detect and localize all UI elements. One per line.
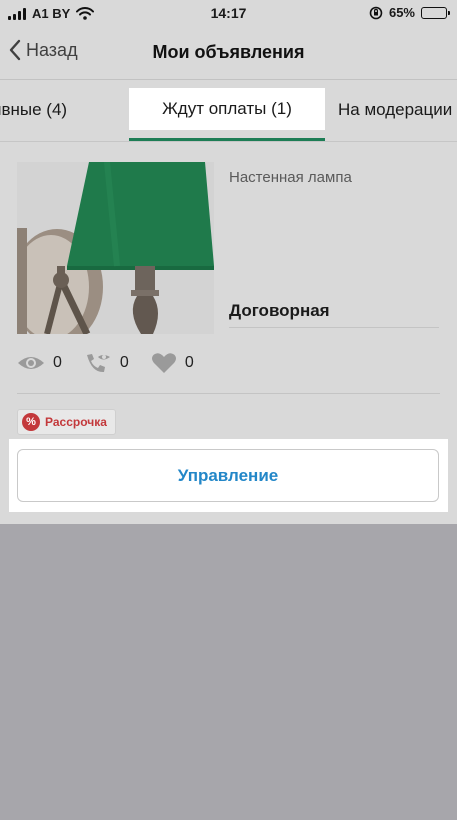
eye-icon xyxy=(18,357,44,369)
status-bar: A1 BY 14:17 65% xyxy=(0,0,457,28)
listing-photo[interactable] xyxy=(17,162,214,334)
navigation-bar: Назад Мои объявления xyxy=(0,28,457,80)
status-right: 65% xyxy=(369,5,450,20)
percent-icon: % xyxy=(22,413,40,431)
views-count: 0 xyxy=(53,354,62,371)
views-stat: 0 xyxy=(17,354,62,372)
tab-moderation[interactable]: На модерации xyxy=(338,80,452,141)
tab-awaiting-payment[interactable]: Ждут оплаты (1) xyxy=(129,88,325,130)
divider xyxy=(17,393,440,394)
heart-icon xyxy=(151,353,176,373)
likes-stat: 0 xyxy=(151,352,194,374)
calls-count: 0 xyxy=(119,354,129,371)
likes-count: 0 xyxy=(184,354,194,371)
phone-views-icon xyxy=(86,354,110,373)
listing-card[interactable]: Настенная лампа Договорная 0 0 0 % Расср… xyxy=(0,142,457,524)
calls-stat: 0 xyxy=(84,352,129,374)
listing-title[interactable]: Настенная лампа xyxy=(229,169,352,186)
listing-price: Договорная xyxy=(229,301,330,320)
battery-icon xyxy=(421,6,450,19)
listing-stats: 0 0 0 xyxy=(17,348,216,378)
tab-active-listings[interactable]: ивные (4) xyxy=(0,80,67,141)
divider xyxy=(229,327,439,328)
installment-label: Рассрочка xyxy=(45,415,107,429)
page-title: Мои объявления xyxy=(152,42,305,62)
manage-button[interactable]: Управление xyxy=(17,449,439,502)
installment-badge: % Рассрочка xyxy=(17,409,116,435)
manage-button-highlight: Управление xyxy=(9,439,448,512)
wall-lamp-image xyxy=(17,162,214,334)
battery-percent: 65% xyxy=(388,5,415,20)
active-tab-indicator xyxy=(129,138,325,141)
tab-bar: ивные (4) Ждут оплаты (1) На модерации xyxy=(0,80,457,142)
orientation-lock-icon xyxy=(369,6,383,19)
